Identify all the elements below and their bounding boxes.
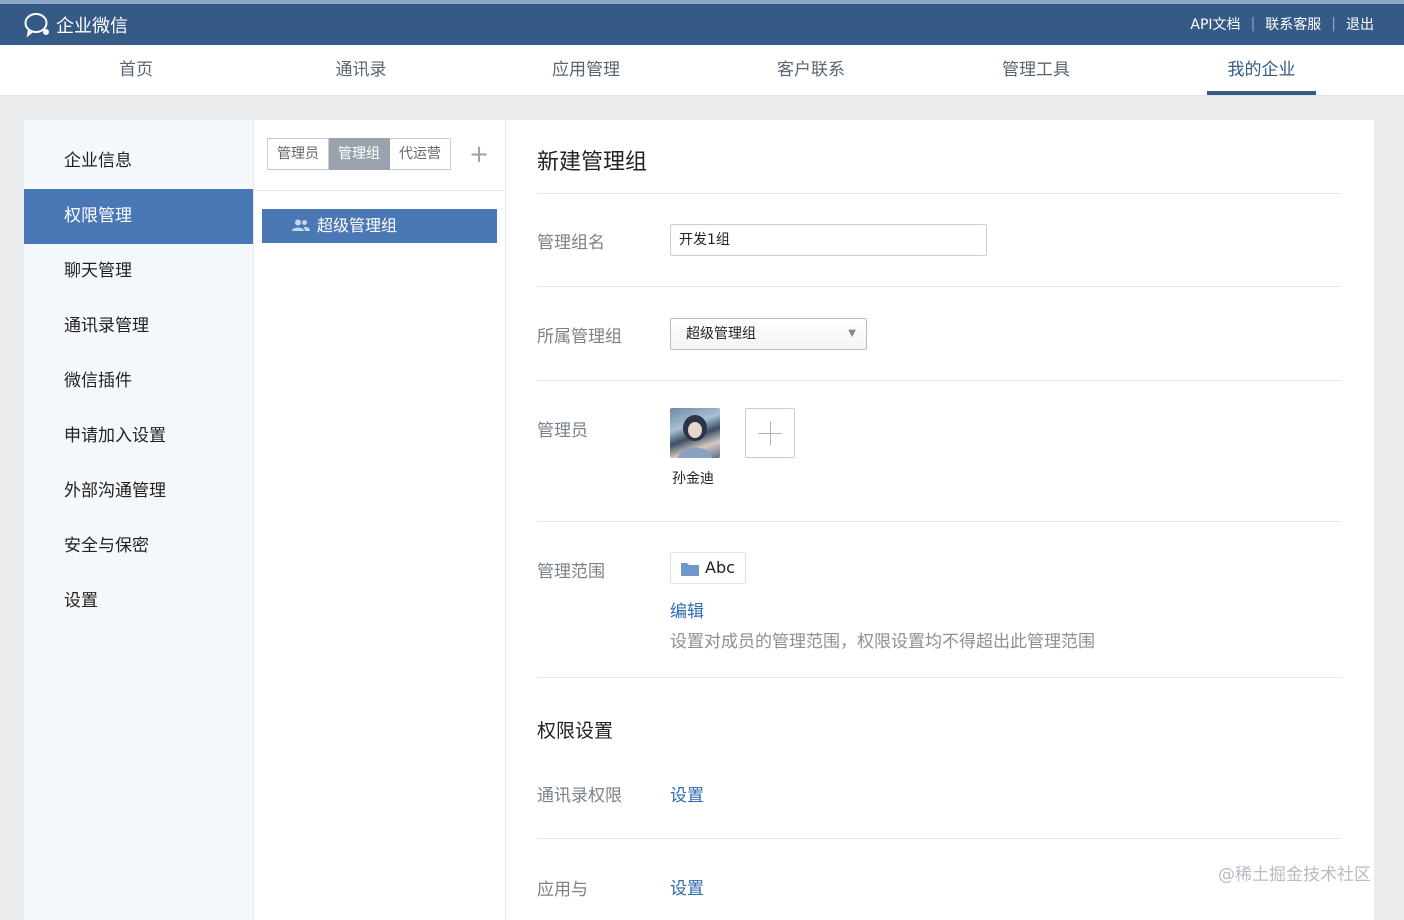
brand-name: 企业微信 (56, 16, 128, 37)
side-item-permissions[interactable]: 权限管理 (24, 189, 253, 244)
tab-admin-groups[interactable]: 管理组 (329, 138, 390, 170)
contacts-permission-label: 通讯录权限 (537, 786, 622, 806)
group-name-input[interactable]: 开发1组 (670, 224, 987, 256)
divider (537, 193, 1342, 194)
new-group-form: 新建管理组 管理组名 开发1组 所属管理组 超级管理组 ▼ 管理员 孙金迪 管理… (537, 120, 1342, 920)
tab-admins[interactable]: 管理员 (267, 138, 329, 170)
apps-permission-setting-link[interactable]: 设置 (670, 874, 704, 899)
content-card: 企业信息 权限管理 聊天管理 通讯录管理 微信插件 申请加入设置 外部沟通管理 … (24, 120, 1374, 920)
tab-agency[interactable]: 代运营 (390, 138, 451, 170)
admin-avatar[interactable] (670, 408, 720, 458)
divider (537, 521, 1342, 522)
folder-icon (681, 563, 699, 576)
side-item-external-communication[interactable]: 外部沟通管理 (24, 464, 253, 519)
side-item-contacts-management[interactable]: 通讯录管理 (24, 299, 253, 354)
side-menu: 企业信息 权限管理 聊天管理 通讯录管理 微信插件 申请加入设置 外部沟通管理 … (24, 120, 254, 920)
admins-label: 管理员 (537, 421, 588, 441)
wecom-logo-icon (24, 13, 49, 38)
scope-department-chip: Abc (670, 552, 746, 584)
brand-logo[interactable]: 企业微信 (24, 11, 128, 39)
contacts-permission-setting-link[interactable]: 设置 (670, 781, 704, 806)
api-docs-link[interactable]: API文档 (1190, 14, 1240, 34)
group-item-label: 超级管理组 (317, 216, 398, 235)
scope-label: 管理范围 (537, 562, 605, 582)
side-item-wechat-plugin[interactable]: 微信插件 (24, 354, 253, 409)
side-item-settings[interactable]: 设置 (24, 574, 253, 629)
form-title: 新建管理组 (537, 150, 648, 175)
group-item-super-admin[interactable]: 超级管理组 (262, 209, 497, 243)
divider (537, 380, 1342, 381)
add-icon[interactable]: + (469, 140, 489, 168)
top-links: API文档 | 联系客服 | 退出 (1190, 14, 1374, 34)
role-tabs: 管理员 管理组 代运营 (267, 138, 451, 170)
scope-help-text: 设置对成员的管理范围，权限设置均不得超出此管理范围 (670, 632, 1095, 652)
nav-home[interactable]: 首页 (100, 45, 172, 95)
nav-management-tools[interactable]: 管理工具 (990, 45, 1082, 95)
nav-contacts[interactable]: 通讯录 (325, 45, 397, 95)
side-item-chat-management[interactable]: 聊天管理 (24, 244, 253, 299)
avatar-photo-icon (678, 415, 712, 458)
watermark: @稀土掘金技术社区 (1218, 865, 1371, 885)
top-bar: 企业微信 API文档 | 联系客服 | 退出 (0, 0, 1404, 45)
nav-customer-contact[interactable]: 客户联系 (765, 45, 857, 95)
group-list-column: 管理员 管理组 代运营 + 超级管理组 (255, 120, 506, 920)
scope-chip-label: Abc (705, 558, 735, 577)
chevron-down-icon: ▼ (848, 328, 856, 339)
divider (255, 190, 505, 191)
separator: | (1250, 16, 1256, 32)
nav-app-management[interactable]: 应用管理 (540, 45, 632, 95)
main-nav: 首页 通讯录 应用管理 客户联系 管理工具 我的企业 (0, 45, 1404, 96)
nav-my-enterprise[interactable]: 我的企业 (1207, 45, 1316, 95)
parent-group-value: 超级管理组 (686, 326, 756, 342)
divider (537, 286, 1342, 287)
edit-scope-link[interactable]: 编辑 (670, 597, 704, 622)
admin-name: 孙金迪 (672, 471, 714, 487)
divider (537, 677, 1342, 678)
apps-permission-label: 应用与 (537, 880, 588, 900)
users-icon (292, 219, 310, 231)
parent-group-select[interactable]: 超级管理组 ▼ (670, 318, 867, 350)
group-name-label: 管理组名 (537, 233, 605, 253)
permissions-section-title: 权限设置 (537, 720, 614, 742)
side-item-enterprise-info[interactable]: 企业信息 (24, 134, 253, 189)
add-admin-button[interactable] (745, 408, 795, 458)
separator: | (1331, 16, 1336, 32)
logout-link[interactable]: 退出 (1346, 14, 1374, 34)
side-item-join-settings[interactable]: 申请加入设置 (24, 409, 253, 464)
divider (537, 838, 1342, 839)
contact-support-link[interactable]: 联系客服 (1265, 14, 1321, 34)
parent-group-label: 所属管理组 (537, 327, 622, 347)
side-item-security[interactable]: 安全与保密 (24, 519, 253, 574)
